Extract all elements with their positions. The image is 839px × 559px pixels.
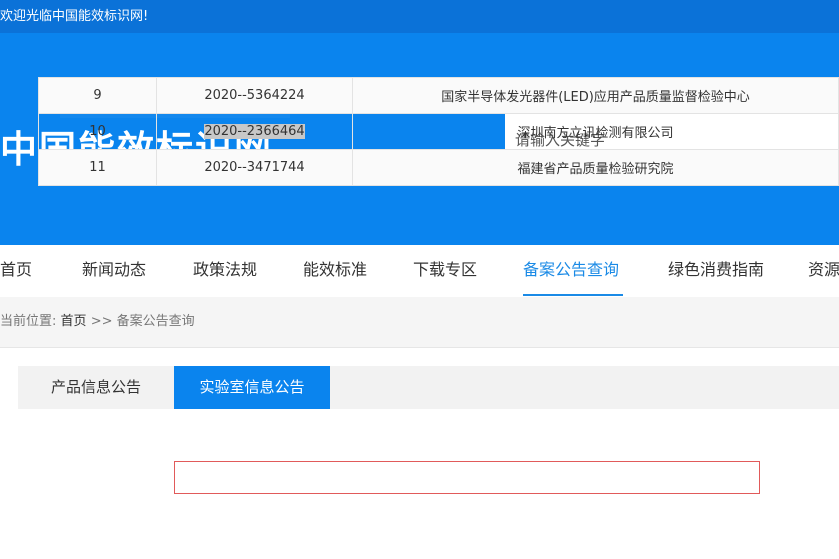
nav-active-indicator xyxy=(523,294,623,296)
nav-item-standards[interactable]: 能效标准 xyxy=(303,245,367,297)
row-number: 9 xyxy=(38,77,157,114)
page-cutoff xyxy=(0,516,839,559)
breadcrumb-current: 备案公告查询 xyxy=(116,314,195,329)
record-code: 2020--3471744 xyxy=(156,149,353,186)
row-number: 11 xyxy=(38,149,157,186)
record-code: 2020--2366464 xyxy=(156,113,353,150)
welcome-bar: 欢迎光临中国能效标识网! xyxy=(0,0,839,33)
breadcrumb-home-link[interactable]: 首页 xyxy=(61,314,87,329)
nav-item-green-guide[interactable]: 绿色消费指南 xyxy=(668,245,764,297)
breadcrumb-prefix: 当前位置: xyxy=(0,314,57,329)
table-row: 11 2020--3471744 福建省产品质量检验研究院 xyxy=(38,149,839,186)
main-nav: 首页 新闻动态 政策法规 能效标准 下载专区 备案公告查询 绿色消费指南 资源 xyxy=(0,245,839,298)
tab-product-info[interactable]: 产品信息公告 xyxy=(18,366,174,409)
breadcrumb-separator: >> xyxy=(90,314,113,329)
tab-lab-info[interactable]: 实验室信息公告 xyxy=(174,366,330,409)
record-code: 2020--5364224 xyxy=(156,77,353,114)
welcome-text: 欢迎光临中国能效标识网! xyxy=(0,9,149,24)
organization-name[interactable]: 深圳南方立讯检测有限公司 xyxy=(352,113,839,150)
nav-item-news[interactable]: 新闻动态 xyxy=(82,245,146,297)
nav-item-resources[interactable]: 资源 xyxy=(808,245,839,297)
breadcrumb: 当前位置: 首页 >> 备案公告查询 xyxy=(0,297,839,348)
nav-item-filing-query[interactable]: 备案公告查询 xyxy=(523,245,619,297)
announcement-tabs: 产品信息公告 实验室信息公告 xyxy=(18,366,839,409)
organization-name[interactable]: 福建省产品质量检验研究院 xyxy=(352,149,839,186)
selected-record-code: 2020--2366464 xyxy=(204,124,305,139)
organization-name[interactable]: 国家半导体发光器件(LED)应用产品质量监督检验中心 xyxy=(352,77,839,114)
nav-item-policy[interactable]: 政策法规 xyxy=(193,245,257,297)
table-row: 9 2020--5364224 国家半导体发光器件(LED)应用产品质量监督检验… xyxy=(38,77,839,114)
nav-item-downloads[interactable]: 下载专区 xyxy=(413,245,477,297)
nav-item-home[interactable]: 首页 xyxy=(0,245,32,297)
row-number: 10 xyxy=(38,113,157,150)
table-row: 10 2020--2366464 深圳南方立讯检测有限公司 xyxy=(38,113,839,150)
lab-info-table: 9 2020--5364224 国家半导体发光器件(LED)应用产品质量监督检验… xyxy=(38,77,839,186)
